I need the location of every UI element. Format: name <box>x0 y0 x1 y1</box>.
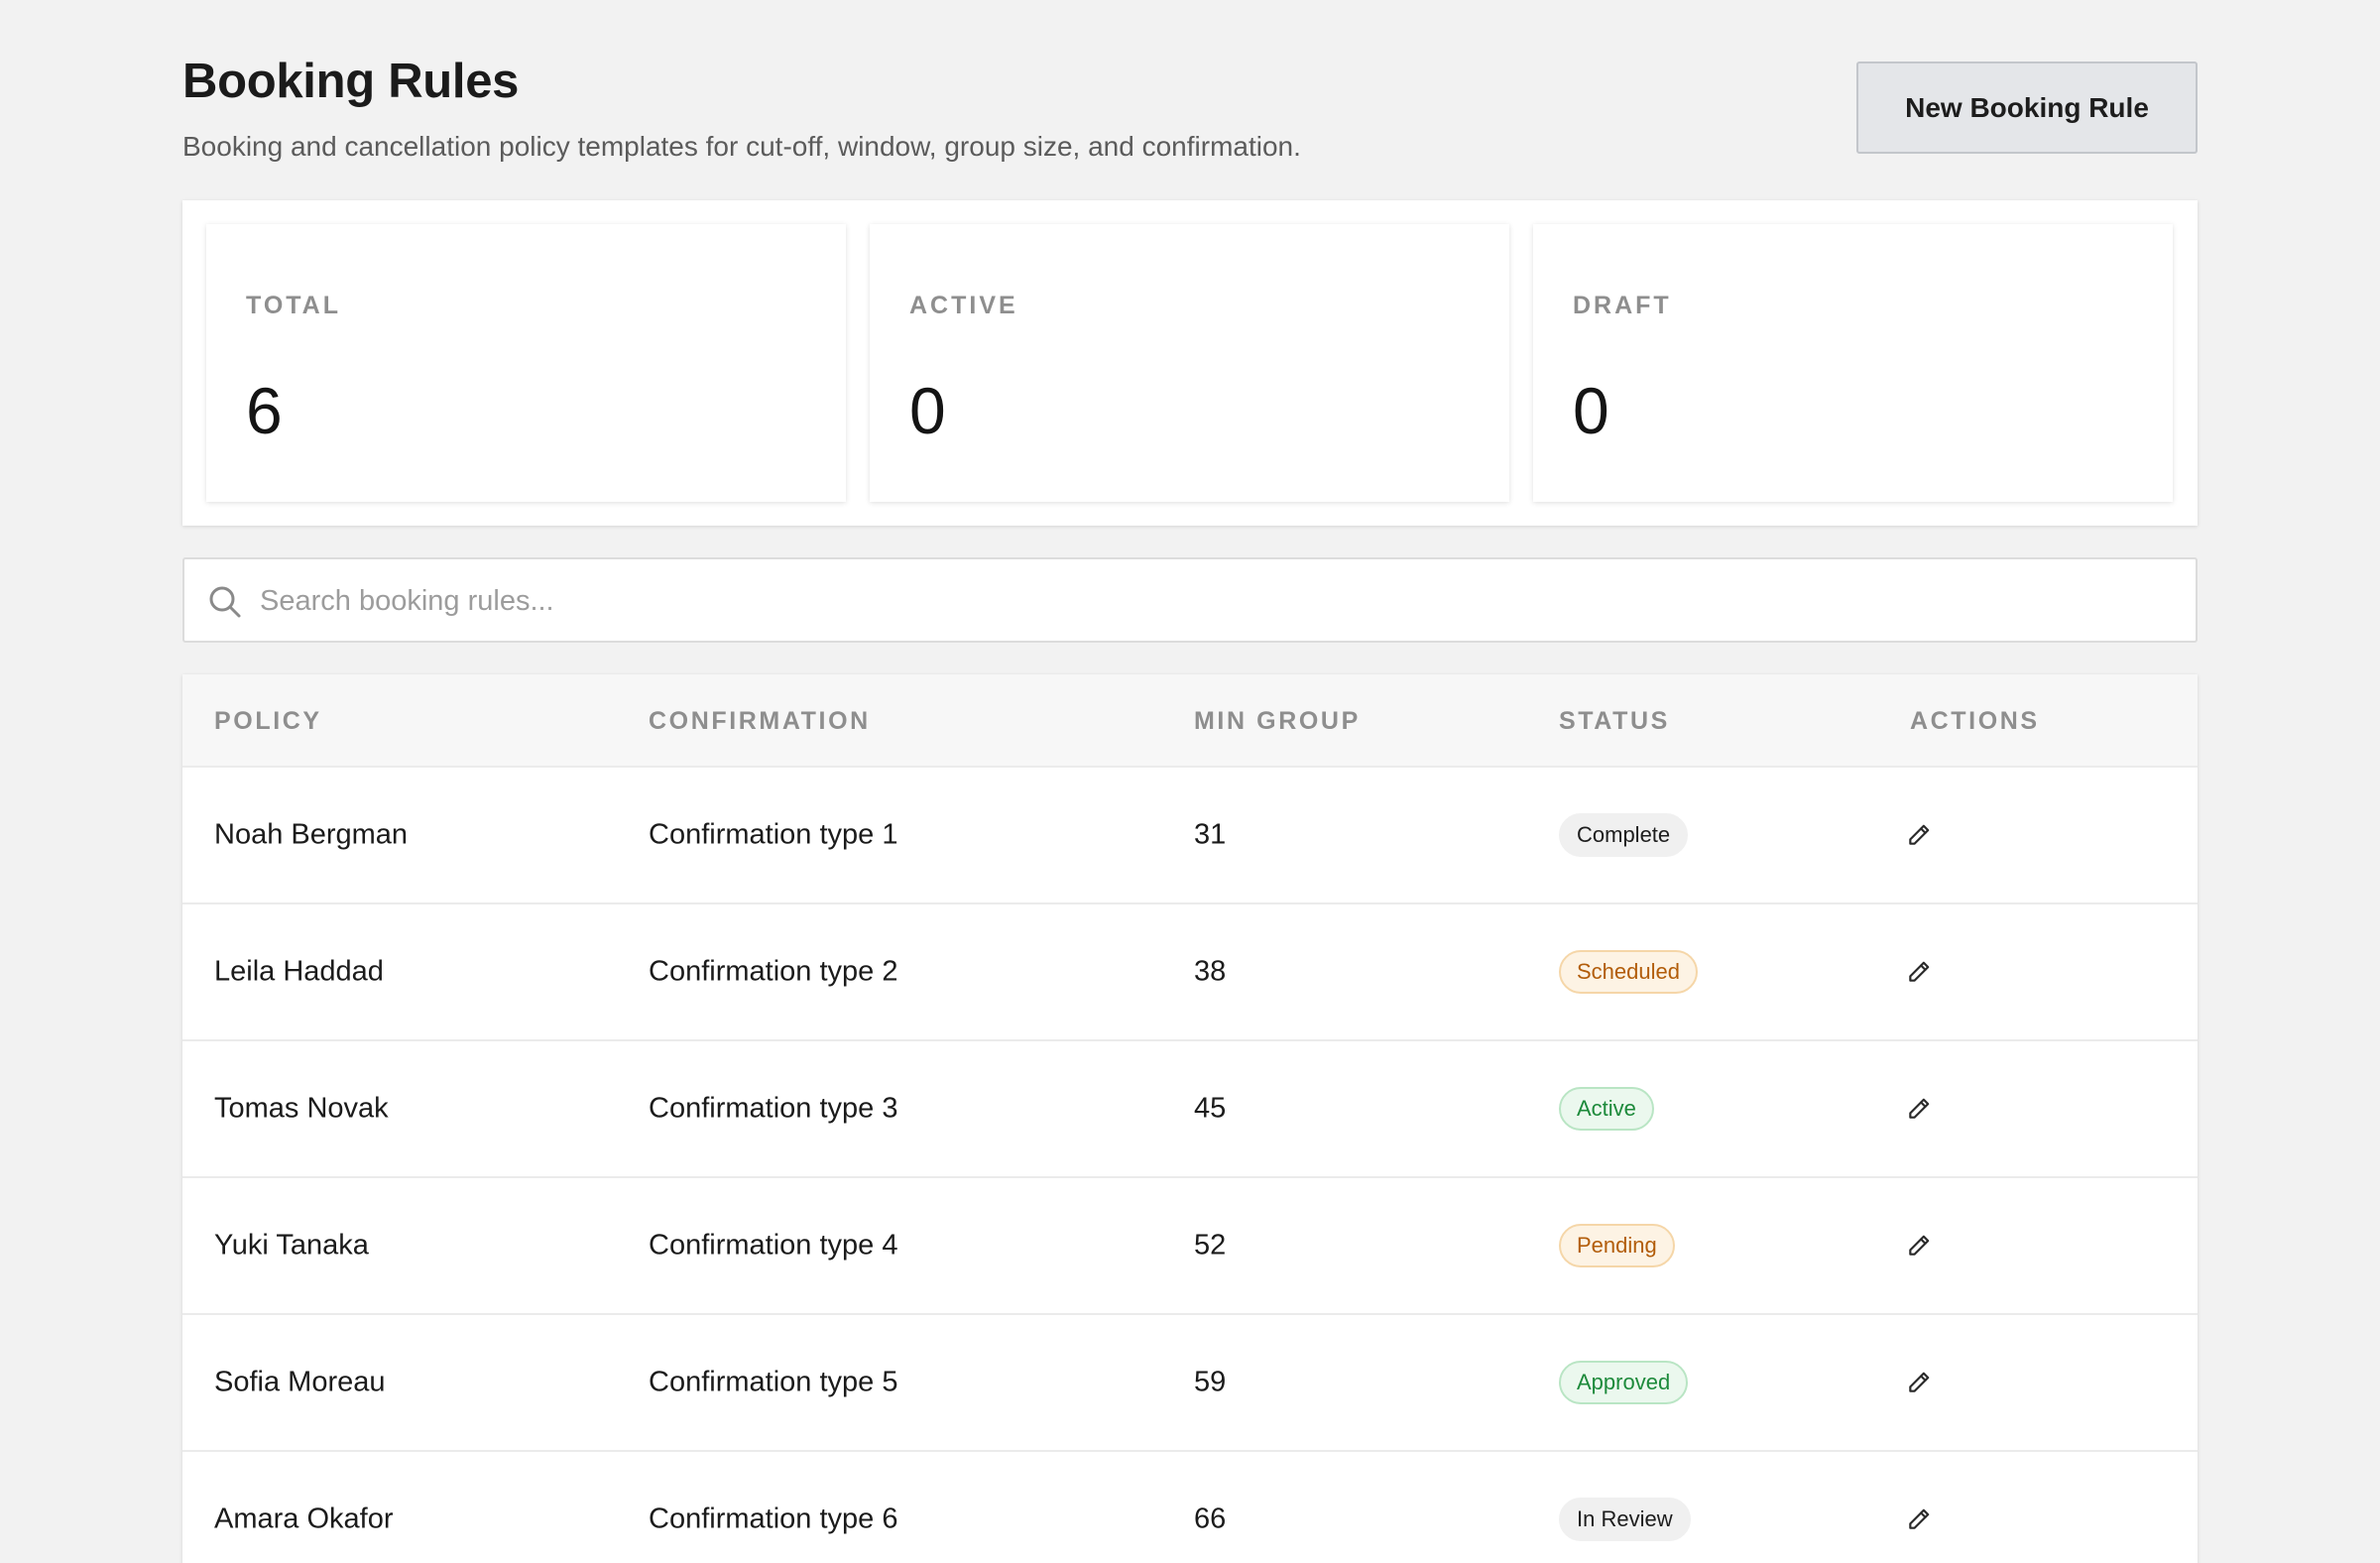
min-group-cell: 45 <box>1194 1092 1227 1125</box>
column-header-policy[interactable]: POLICY <box>214 707 322 736</box>
stats-panel: TOTAL 6 ACTIVE 0 DRAFT 0 <box>182 200 2198 526</box>
status-badge: In Review <box>1559 1498 1691 1541</box>
policy-cell: Amara Okafor <box>214 1503 394 1535</box>
pencil-icon <box>1909 1372 1930 1392</box>
column-header-confirmation[interactable]: CONFIRMATION <box>649 707 871 736</box>
edit-button[interactable] <box>1897 1361 1941 1404</box>
stat-label: DRAFT <box>1573 292 1672 319</box>
stat-card-total: TOTAL 6 <box>206 224 846 502</box>
table-row[interactable]: Amara Okafor Confirmation type 6 66 In R… <box>182 1450 2198 1563</box>
confirmation-cell: Confirmation type 3 <box>649 1092 898 1125</box>
table-row[interactable]: Yuki Tanaka Confirmation type 4 52 Pendi… <box>182 1176 2198 1313</box>
search-bar[interactable] <box>182 557 2198 643</box>
search-icon <box>208 585 242 619</box>
column-header-min-group[interactable]: MIN GROUP <box>1194 707 1361 736</box>
booking-rules-table: POLICY CONFIRMATION MIN GROUP STATUS ACT… <box>182 674 2198 1563</box>
policy-cell: Sofia Moreau <box>214 1366 386 1398</box>
policy-cell: Yuki Tanaka <box>214 1229 369 1262</box>
table-row[interactable]: Noah Bergman Confirmation type 1 31 Comp… <box>182 766 2198 902</box>
min-group-cell: 59 <box>1194 1366 1227 1398</box>
stat-value: 0 <box>1573 374 1609 447</box>
pencil-icon <box>1909 1508 1930 1529</box>
edit-button[interactable] <box>1897 950 1941 994</box>
pencil-icon <box>1909 824 1930 845</box>
page-title: Booking Rules <box>182 55 520 108</box>
page-subtitle: Booking and cancellation policy template… <box>182 131 1301 162</box>
status-cell: Pending <box>1559 1224 1675 1267</box>
stat-card-active: ACTIVE 0 <box>870 224 1509 502</box>
status-cell: Complete <box>1559 813 1689 857</box>
stat-card-draft: DRAFT 0 <box>1533 224 2173 502</box>
table-header: POLICY CONFIRMATION MIN GROUP STATUS ACT… <box>182 674 2198 766</box>
status-cell: Active <box>1559 1087 1654 1131</box>
status-badge: Pending <box>1559 1224 1675 1267</box>
new-booking-rule-button[interactable]: New Booking Rule <box>1856 61 2198 154</box>
status-badge: Complete <box>1559 813 1689 857</box>
confirmation-cell: Confirmation type 2 <box>649 955 898 988</box>
edit-button[interactable] <box>1897 1498 1941 1541</box>
edit-button[interactable] <box>1897 813 1941 857</box>
pencil-icon <box>1909 961 1930 982</box>
min-group-cell: 52 <box>1194 1229 1227 1262</box>
pencil-icon <box>1909 1235 1930 1256</box>
min-group-cell: 66 <box>1194 1503 1227 1535</box>
status-badge: Scheduled <box>1559 950 1698 994</box>
confirmation-cell: Confirmation type 1 <box>649 818 898 851</box>
column-header-actions: ACTIONS <box>1910 707 2040 735</box>
min-group-cell: 38 <box>1194 955 1227 988</box>
confirmation-cell: Confirmation type 4 <box>649 1229 898 1262</box>
policy-cell: Noah Bergman <box>214 818 409 851</box>
status-badge: Approved <box>1559 1361 1689 1404</box>
column-header-status[interactable]: STATUS <box>1559 707 1670 736</box>
table-row[interactable]: Tomas Novak Confirmation type 3 45 Activ… <box>182 1039 2198 1176</box>
policy-cell: Leila Haddad <box>214 955 384 988</box>
edit-button[interactable] <box>1897 1087 1941 1131</box>
confirmation-cell: Confirmation type 6 <box>649 1503 898 1535</box>
booking-rules-page: Booking Rules Booking and cancellation p… <box>0 0 2380 1563</box>
status-cell: Scheduled <box>1559 950 1698 994</box>
search-input[interactable] <box>260 573 2164 629</box>
policy-cell: Tomas Novak <box>214 1092 389 1125</box>
status-cell: Approved <box>1559 1361 1689 1404</box>
stat-value: 6 <box>246 374 283 447</box>
min-group-cell: 31 <box>1194 818 1227 851</box>
status-badge: Active <box>1559 1087 1654 1131</box>
status-cell: In Review <box>1559 1498 1691 1541</box>
edit-button[interactable] <box>1897 1224 1941 1267</box>
table-row[interactable]: Leila Haddad Confirmation type 2 38 Sche… <box>182 902 2198 1039</box>
stat-label: ACTIVE <box>909 292 1018 319</box>
page-header: Booking Rules Booking and cancellation p… <box>182 54 2198 169</box>
pencil-icon <box>1909 1098 1930 1119</box>
stat-label: TOTAL <box>246 292 342 319</box>
confirmation-cell: Confirmation type 5 <box>649 1366 898 1398</box>
table-row[interactable]: Sofia Moreau Confirmation type 5 59 Appr… <box>182 1313 2198 1450</box>
stat-value: 0 <box>909 374 946 447</box>
